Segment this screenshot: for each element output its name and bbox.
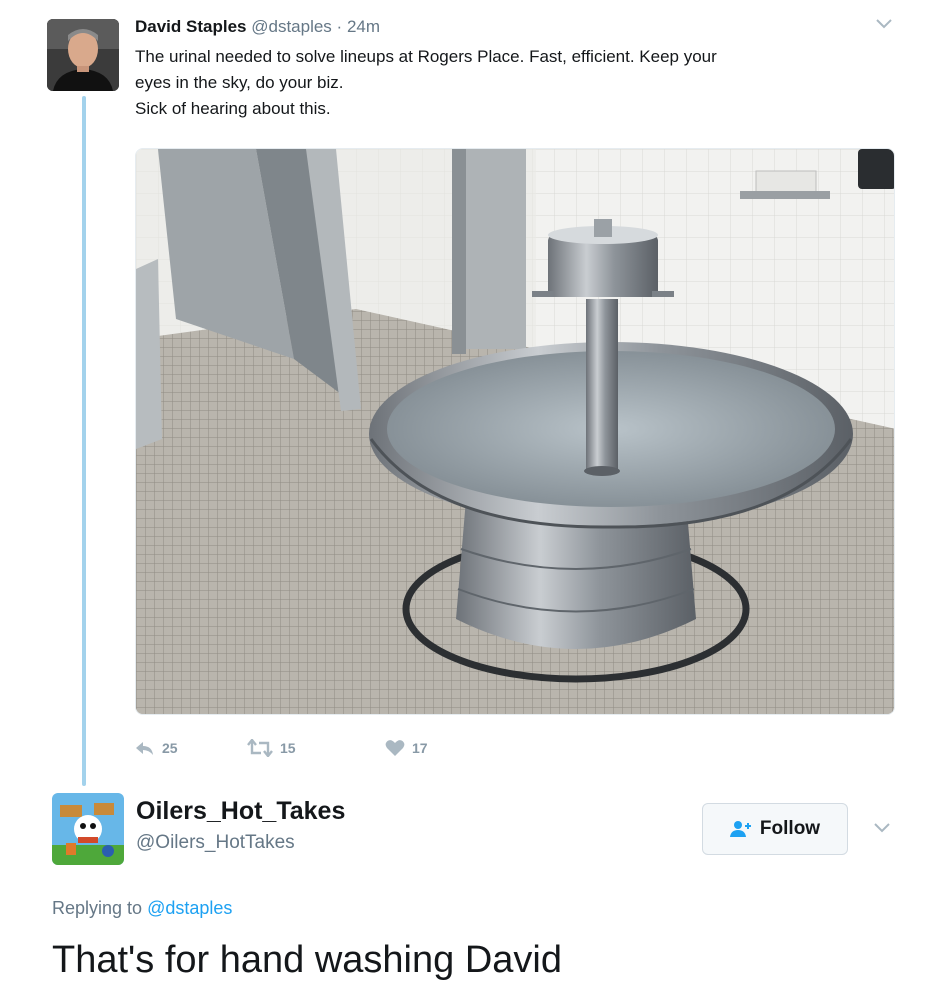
reply-author-avatar[interactable] <box>52 793 124 865</box>
tweet-media-photo[interactable] <box>135 148 895 715</box>
tweet-header: David Staples @dstaples · 24m <box>135 16 380 38</box>
reply-author-name[interactable]: Oilers_Hot_Takes <box>136 797 345 826</box>
retweet-action[interactable]: 15 <box>247 739 385 757</box>
retweet-count: 15 <box>280 740 296 756</box>
thread-connector-line <box>82 96 86 786</box>
tweet-text-line: Sick of hearing about this. <box>135 99 331 118</box>
reply-author-handle[interactable]: @Oilers_HotTakes <box>136 832 295 854</box>
reply-text: That's for hand washing David <box>52 939 562 981</box>
tweet-text-line: eyes in the sky, do your biz. <box>135 73 344 92</box>
tweet-actions-bar: 25 15 17 <box>135 734 428 762</box>
replying-to-label: Replying to <box>52 898 143 918</box>
reply-count: 25 <box>162 740 178 756</box>
heart-icon <box>385 740 405 756</box>
like-action[interactable]: 17 <box>385 739 428 757</box>
author-avatar-photo <box>47 19 119 91</box>
replying-to: Replying to @dstaples <box>52 898 232 919</box>
tweet-text: The urinal needed to solve lineups at Ro… <box>135 44 895 122</box>
reply-action[interactable]: 25 <box>135 740 247 756</box>
follow-button[interactable]: Follow <box>702 803 848 855</box>
retweet-icon <box>247 739 273 757</box>
author-avatar[interactable] <box>47 19 119 91</box>
like-count: 17 <box>412 740 428 756</box>
tweet-text-line: The urinal needed to solve lineups at Ro… <box>135 47 717 66</box>
meta-separator: · <box>336 17 343 36</box>
author-handle[interactable]: @dstaples <box>251 17 332 36</box>
chevron-down-icon[interactable] <box>872 14 896 34</box>
reply-avatar-image <box>52 793 124 865</box>
washroom-sink-photo <box>136 149 894 714</box>
reply-icon <box>136 742 153 755</box>
chevron-down-icon[interactable] <box>870 818 894 838</box>
follow-button-label: Follow <box>759 818 821 839</box>
add-user-icon <box>729 821 751 837</box>
tweet-timestamp[interactable]: 24m <box>347 17 380 36</box>
author-name[interactable]: David Staples <box>135 17 247 36</box>
replying-to-mention[interactable]: @dstaples <box>147 898 232 918</box>
